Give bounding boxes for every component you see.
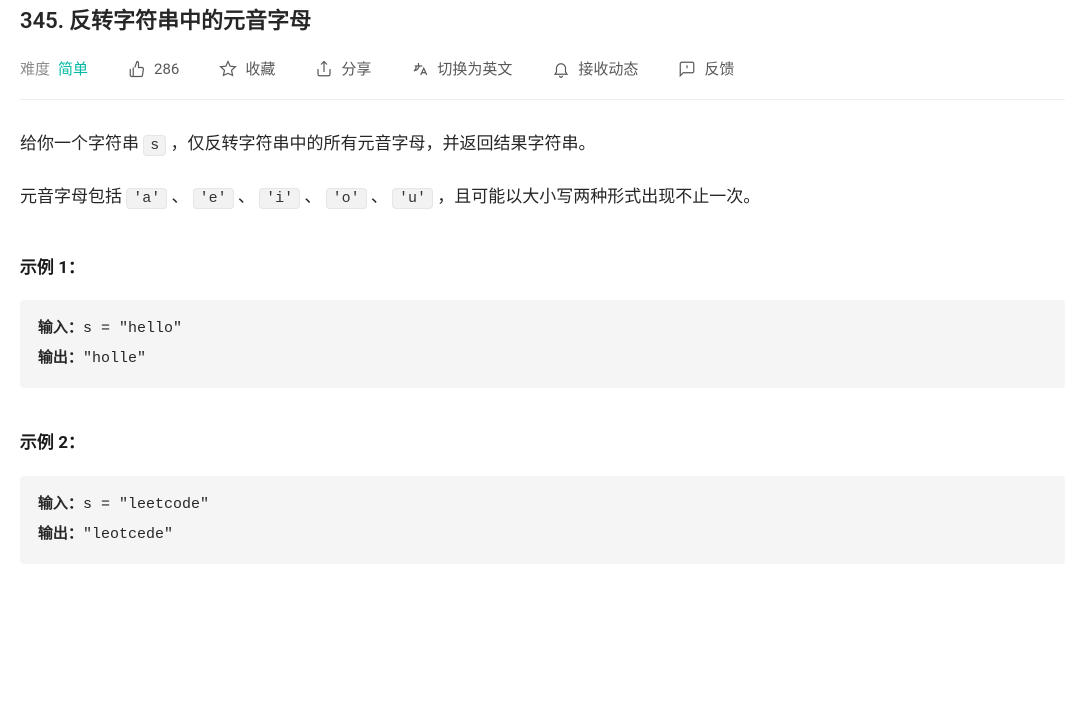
output-label: 输出： <box>38 526 83 543</box>
example-1-title: 示例 1： <box>20 255 1065 282</box>
output-label: 输出： <box>38 350 83 367</box>
like-count: 286 <box>154 57 179 81</box>
description-p1: 给你一个字符串 s ，仅反转字符串中的所有元音字母，并返回结果字符串。 <box>20 128 1065 161</box>
subscribe-label: 接收动态 <box>578 57 638 81</box>
code-s: s <box>143 135 166 156</box>
text: 、 <box>171 187 188 207</box>
translate-button[interactable]: 切换为英文 <box>411 57 512 81</box>
code-vowel-u: 'u' <box>392 188 433 209</box>
share-icon <box>315 60 333 78</box>
share-label: 分享 <box>341 57 371 81</box>
difficulty-value: 简单 <box>58 57 88 81</box>
code-vowel-o: 'o' <box>326 188 367 209</box>
text: 、 <box>304 187 321 207</box>
translate-label: 切换为英文 <box>437 57 512 81</box>
subscribe-button[interactable]: 接收动态 <box>552 57 638 81</box>
like-button[interactable]: 286 <box>128 57 179 81</box>
example-2-output: "leotcede" <box>83 526 173 543</box>
favorite-label: 收藏 <box>245 57 275 81</box>
share-button[interactable]: 分享 <box>315 57 371 81</box>
star-icon <box>219 60 237 78</box>
problem-title: 345. 反转字符串中的元音字母 <box>20 4 1065 39</box>
difficulty: 难度 简单 <box>20 57 88 81</box>
text: ，且可能以大小写两种形式出现不止一次。 <box>437 187 760 207</box>
code-vowel-i: 'i' <box>259 188 300 209</box>
text: 、 <box>371 187 388 207</box>
text: ，仅反转字符串中的所有元音字母，并返回结果字符串。 <box>170 134 595 154</box>
input-label: 输入： <box>38 496 83 513</box>
description-p2: 元音字母包括 'a' 、 'e' 、 'i' 、 'o' 、 'u' ，且可能以… <box>20 181 1065 214</box>
bell-icon <box>552 60 570 78</box>
example-1-input: s = "hello" <box>83 320 182 337</box>
example-2-input: s = "leetcode" <box>83 496 209 513</box>
thumbs-up-icon <box>128 60 146 78</box>
example-2-title: 示例 2： <box>20 430 1065 457</box>
feedback-button[interactable]: 反馈 <box>678 57 734 81</box>
translate-icon <box>411 60 429 78</box>
feedback-icon <box>678 60 696 78</box>
text: 给你一个字符串 <box>20 134 143 154</box>
text: 元音字母包括 <box>20 187 126 207</box>
text: 、 <box>238 187 255 207</box>
example-1-output: "holle" <box>83 350 146 367</box>
difficulty-label: 难度 <box>20 57 50 81</box>
meta-bar: 难度 简单 286 收藏 分享 切换为英文 接收动态 反馈 <box>20 57 1065 100</box>
code-vowel-a: 'a' <box>126 188 167 209</box>
input-label: 输入： <box>38 320 83 337</box>
example-1-block: 输入：s = "hello" 输出："holle" <box>20 300 1065 388</box>
code-vowel-e: 'e' <box>193 188 234 209</box>
feedback-label: 反馈 <box>704 57 734 81</box>
example-2-block: 输入：s = "leetcode" 输出："leotcede" <box>20 476 1065 564</box>
problem-content: 给你一个字符串 s ，仅反转字符串中的所有元音字母，并返回结果字符串。 元音字母… <box>20 100 1065 563</box>
favorite-button[interactable]: 收藏 <box>219 57 275 81</box>
